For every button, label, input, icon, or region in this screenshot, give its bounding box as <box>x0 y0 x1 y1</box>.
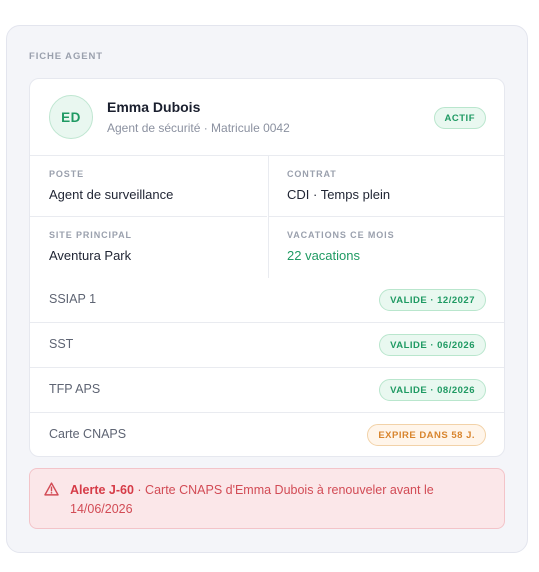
panel-title: FICHE AGENT <box>29 51 103 62</box>
detail-label: VACATIONS CE MOIS <box>287 230 395 240</box>
cert-row-ssiap: SSIAP 1 VALIDE · 12/2027 <box>30 278 504 323</box>
detail-value: Agent de surveillance <box>49 187 174 202</box>
detail-vacations: VACATIONS CE MOIS 22 vacations <box>268 217 504 278</box>
agent-card: ED Emma Dubois Agent de sécurité · Matri… <box>29 78 505 457</box>
detail-value: CDI · Temps plein <box>287 187 391 202</box>
cert-name: SSIAP 1 <box>49 292 97 306</box>
alert-title: Alerte J-60 <box>70 483 134 497</box>
detail-poste: POSTE Agent de surveillance <box>30 156 267 217</box>
cert-status-badge: VALIDE · 06/2026 <box>379 334 486 356</box>
warning-triangle-icon <box>44 482 59 496</box>
status-badge: ACTIF <box>433 107 486 129</box>
avatar: ED <box>49 95 93 139</box>
cert-name: TFP APS <box>49 382 101 396</box>
details-grid: POSTE Agent de surveillance CONTRAT CDI … <box>30 156 504 278</box>
cert-name: SST <box>49 337 74 351</box>
agent-name: Emma Dubois <box>107 99 201 115</box>
detail-value: Aventura Park <box>49 248 132 263</box>
agent-panel: FICHE AGENT ED Emma Dubois Agent de sécu… <box>6 25 528 553</box>
cert-row-cnaps: Carte CNAPS EXPIRE DANS 58 J. <box>30 413 504 456</box>
detail-label: CONTRAT <box>287 169 337 179</box>
cert-status-badge: EXPIRE DANS 58 J. <box>367 424 486 446</box>
agent-subtitle: Agent de sécurité · Matricule 0042 <box>107 121 290 135</box>
agent-header: ED Emma Dubois Agent de sécurité · Matri… <box>30 79 504 156</box>
cert-status-badge: VALIDE · 12/2027 <box>379 289 486 311</box>
cert-row-sst: SST VALIDE · 06/2026 <box>30 323 504 368</box>
cert-status-badge: VALIDE · 08/2026 <box>379 379 486 401</box>
renewal-alert: Alerte J-60 · Carte CNAPS d'Emma Dubois … <box>29 468 505 529</box>
alert-text: Alerte J-60 · Carte CNAPS d'Emma Dubois … <box>70 481 490 518</box>
detail-value: 22 vacations <box>287 248 360 263</box>
detail-label: POSTE <box>49 169 85 179</box>
cert-name: Carte CNAPS <box>49 427 127 441</box>
detail-contrat: CONTRAT CDI · Temps plein <box>268 156 504 217</box>
detail-site: SITE PRINCIPAL Aventura Park <box>30 217 267 278</box>
cert-row-tfp-aps: TFP APS VALIDE · 08/2026 <box>30 368 504 413</box>
detail-label: SITE PRINCIPAL <box>49 230 132 240</box>
